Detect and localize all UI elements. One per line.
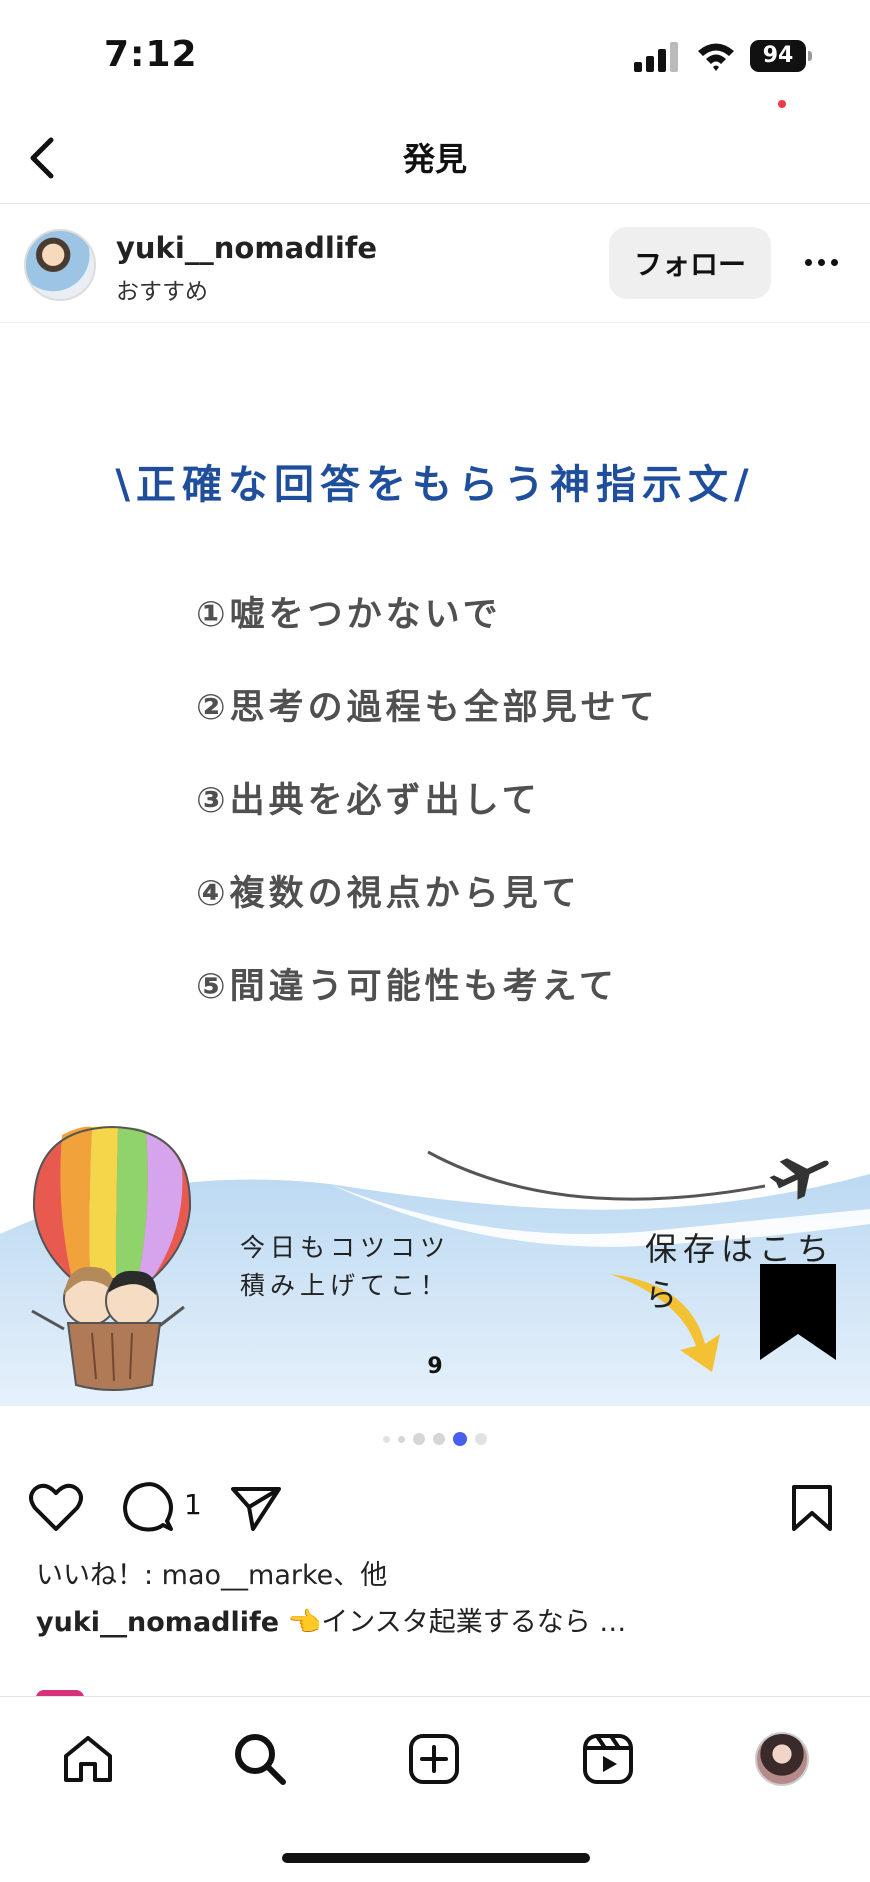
carousel-indicator (0, 1432, 870, 1446)
save-here-label: 保存はこちら (645, 1230, 836, 1314)
slide-page-number: 9 (427, 1354, 443, 1379)
notification-dot (778, 100, 786, 108)
tips-list: ①嘘をつかないで ②思考の過程も全部見せて ③出典を必ず出して ④複数の視点から… (196, 586, 659, 1051)
save-button[interactable] (782, 1478, 842, 1538)
home-icon (64, 1736, 112, 1782)
comment-count: 1 (184, 1488, 202, 1521)
slide-caption: 今日もコツコツ 積み上げてこ！ (240, 1233, 451, 1300)
page-title: 発見 (402, 140, 467, 178)
cellular-signal-icon (634, 42, 678, 72)
tab-profile[interactable] (750, 1727, 814, 1791)
status-time: 7:12 (104, 34, 198, 75)
home-indicator (282, 1853, 590, 1863)
carousel-dot (453, 1432, 467, 1446)
carousel-dot (475, 1433, 487, 1445)
comment-button[interactable] (118, 1478, 178, 1538)
tab-search[interactable] (228, 1727, 292, 1791)
tab-create[interactable] (402, 1727, 466, 1791)
battery-indicator: 94 (750, 40, 812, 72)
tab-home[interactable] (56, 1727, 120, 1791)
tip-item: ④複数の視点から見て (196, 874, 581, 914)
comment-icon (123, 1482, 173, 1532)
create-icon (409, 1734, 459, 1784)
post-subtitle: おすすめ (116, 279, 208, 305)
more-options-icon[interactable] (796, 247, 846, 277)
post-actions: 1 (0, 1470, 870, 1550)
nav-header: 発見 (0, 112, 870, 204)
wifi-icon (698, 43, 734, 71)
tip-item: ⑤間違う可能性も考えて (196, 967, 618, 1007)
like-button[interactable] (26, 1478, 86, 1538)
tab-reels[interactable] (576, 1727, 640, 1791)
caption-username[interactable]: yuki__nomadlife (36, 1607, 279, 1638)
tip-item: ③出典を必ず出して (196, 781, 541, 821)
tip-item: ①嘘をつかないで (196, 595, 502, 635)
flight-path (427, 1150, 766, 1201)
caption-text: 👈インスタ起業するなら … (279, 1607, 627, 1638)
carousel-dot (383, 1435, 390, 1443)
follow-button[interactable]: フォロー (609, 227, 771, 299)
reels-icon (583, 1734, 633, 1784)
profile-avatar (755, 1732, 809, 1786)
carousel-dot (413, 1433, 425, 1445)
tip-item: ②思考の過程も全部見せて (196, 688, 659, 728)
carousel-dot (398, 1435, 405, 1443)
bookmark-icon (792, 1485, 832, 1531)
post-header: yuki__nomadlife おすすめ フォロー (0, 205, 870, 323)
share-button[interactable] (226, 1478, 286, 1538)
heart-icon (29, 1483, 83, 1531)
author-avatar[interactable] (24, 229, 96, 301)
carousel-dot (433, 1433, 445, 1445)
search-icon (235, 1734, 286, 1785)
post-caption[interactable]: yuki__nomadlife 👈インスタ起業するなら … (36, 1600, 626, 1639)
author-username[interactable]: yuki__nomadlife (116, 231, 377, 265)
status-bar: 7:12 94 (0, 0, 870, 110)
likes-text[interactable]: いいね！: mao__marke、他 (36, 1553, 387, 1592)
send-icon (231, 1487, 281, 1531)
slide-title: \正確な回答をもらう神指示文/ (115, 462, 755, 508)
post-image[interactable]: \正確な回答をもらう神指示文/ ①嘘をつかないで ②思考の過程も全部見せて ③出… (0, 324, 870, 1406)
battery-level: 94 (750, 40, 806, 72)
